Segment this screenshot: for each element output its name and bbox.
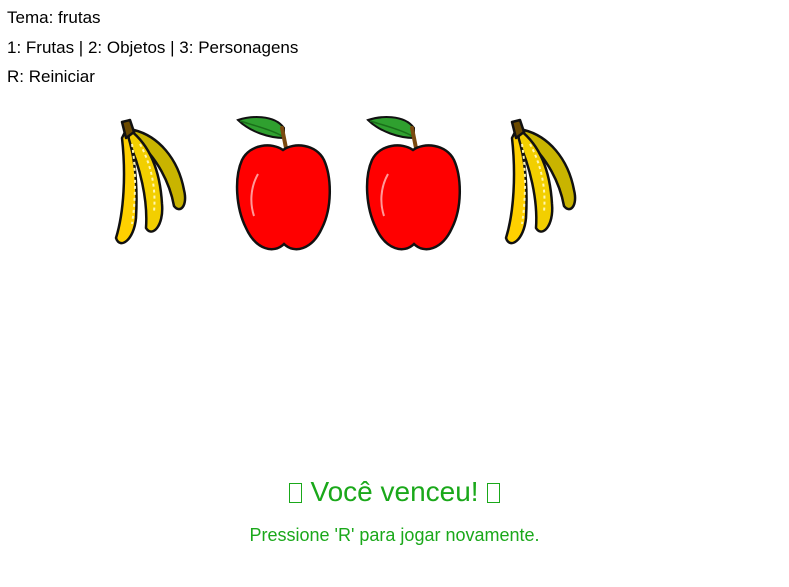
apple-icon [365, 116, 462, 251]
card-4[interactable] [490, 108, 600, 258]
card-grid [100, 108, 600, 258]
win-message: Você venceu! [0, 476, 789, 508]
hud: Tema: frutas 1: Frutas | 2: Objetos | 3:… [7, 3, 298, 92]
card-2[interactable] [228, 108, 338, 258]
restart-help: R: Reiniciar [7, 67, 95, 86]
theme-label: Tema: frutas [7, 8, 101, 27]
banana-icon [504, 118, 577, 245]
apple-icon [235, 116, 332, 251]
card-3[interactable] [358, 108, 468, 258]
card-1[interactable] [100, 108, 210, 258]
banana-icon [114, 118, 187, 245]
win-subtitle: Pressione 'R' para jogar novamente. [249, 525, 540, 545]
missing-glyph-icon [486, 483, 500, 503]
themes-help: 1: Frutas | 2: Objetos | 3: Personagens [7, 37, 299, 57]
missing-glyph-icon [289, 483, 303, 503]
win-title-text: Você venceu! [310, 476, 479, 507]
